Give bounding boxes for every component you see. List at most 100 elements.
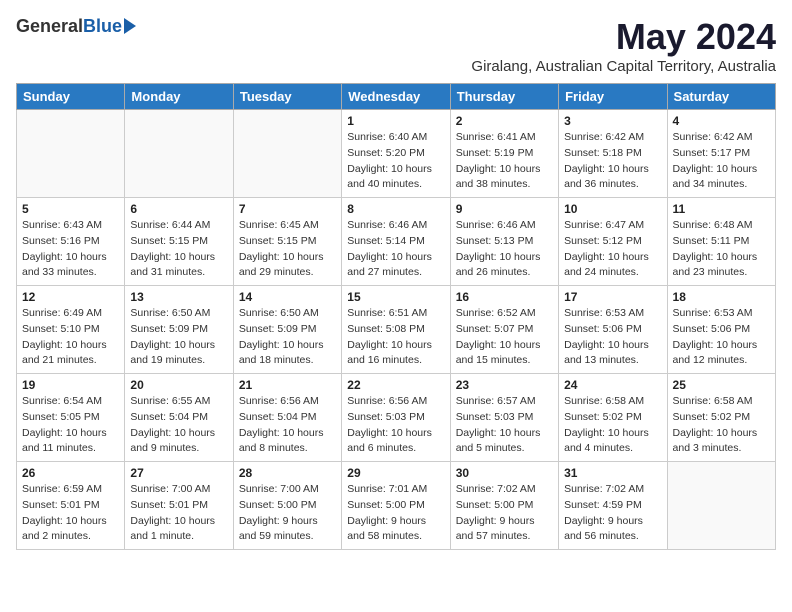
- day-number: 13: [130, 290, 227, 304]
- calendar-cell: 27Sunrise: 7:00 AM Sunset: 5:01 PM Dayli…: [125, 462, 233, 550]
- calendar-cell: 29 Sunrise: 7:01 AM Sunset: 5:00 PM Dayli…: [342, 462, 450, 550]
- calendar-cell: 11 Sunrise: 6:48 AM Sunset: 5:11 PM Dayli…: [667, 198, 775, 286]
- day-number: 15: [347, 290, 444, 304]
- calendar-cell: [125, 110, 233, 198]
- calendar-cell: 5 Sunrise: 6:43 AM Sunset: 5:16 PM Daylig…: [17, 198, 125, 286]
- week-row-4: 19Sunrise: 6:54 AM Sunset: 5:05 PM Dayli…: [17, 374, 776, 462]
- logo-blue-text: Blue: [83, 16, 122, 37]
- month-title: May 2024: [471, 16, 776, 58]
- day-info: Sunrise: 6:50 AM Sunset: 5:09 PM Dayligh…: [239, 306, 336, 369]
- week-row-1: 1 Sunrise: 6:40 AM Sunset: 5:20 PM Daylig…: [17, 110, 776, 198]
- calendar-cell: [17, 110, 125, 198]
- calendar-cell: 8 Sunrise: 6:46 AM Sunset: 5:14 PM Daylig…: [342, 198, 450, 286]
- calendar-cell: 26 Sunrise: 6:59 AM Sunset: 5:01 PM Dayli…: [17, 462, 125, 550]
- day-number: 27: [130, 466, 227, 480]
- day-info: Sunrise: 6:53 AM Sunset: 5:06 PM Dayligh…: [673, 306, 770, 369]
- day-number: 8: [347, 202, 444, 216]
- calendar-cell: 20Sunrise: 6:55 AM Sunset: 5:04 PM Dayli…: [125, 374, 233, 462]
- calendar-cell: 14 Sunrise: 6:50 AM Sunset: 5:09 PM Dayli…: [233, 286, 341, 374]
- day-info: Sunrise: 6:41 AM Sunset: 5:19 PM Dayligh…: [456, 130, 553, 193]
- calendar-cell: 22Sunrise: 6:56 AM Sunset: 5:03 PM Dayli…: [342, 374, 450, 462]
- calendar-cell: 25 Sunrise: 6:58 AM Sunset: 5:02 PM Dayli…: [667, 374, 775, 462]
- day-info: Sunrise: 6:52 AM Sunset: 5:07 PM Dayligh…: [456, 306, 553, 369]
- day-info: Sunrise: 6:50 AM Sunset: 5:09 PM Dayligh…: [130, 306, 227, 369]
- day-number: 28: [239, 466, 336, 480]
- day-info: Sunrise: 6:58 AM Sunset: 5:02 PM Dayligh…: [673, 394, 770, 457]
- day-info: Sunrise: 6:49 AM Sunset: 5:10 PM Dayligh…: [22, 306, 119, 369]
- day-info: Sunrise: 6:40 AM Sunset: 5:20 PM Dayligh…: [347, 130, 444, 193]
- calendar-cell: 23Sunrise: 6:57 AM Sunset: 5:03 PM Dayli…: [450, 374, 558, 462]
- calendar-cell: 1 Sunrise: 6:40 AM Sunset: 5:20 PM Daylig…: [342, 110, 450, 198]
- day-info: Sunrise: 6:46 AM Sunset: 5:14 PM Dayligh…: [347, 218, 444, 281]
- day-info: Sunrise: 6:44 AM Sunset: 5:15 PM Dayligh…: [130, 218, 227, 281]
- page-header: General Blue May 2024 Giralang, Australi…: [16, 16, 776, 75]
- calendar-cell: 24Sunrise: 6:58 AM Sunset: 5:02 PM Dayli…: [559, 374, 667, 462]
- calendar-cell: 3 Sunrise: 6:42 AM Sunset: 5:18 PM Daylig…: [559, 110, 667, 198]
- day-info: Sunrise: 6:42 AM Sunset: 5:17 PM Dayligh…: [673, 130, 770, 193]
- calendar-cell: 21Sunrise: 6:56 AM Sunset: 5:04 PM Dayli…: [233, 374, 341, 462]
- calendar-cell: 6 Sunrise: 6:44 AM Sunset: 5:15 PM Daylig…: [125, 198, 233, 286]
- day-number: 3: [564, 114, 661, 128]
- day-info: Sunrise: 6:42 AM Sunset: 5:18 PM Dayligh…: [564, 130, 661, 193]
- day-number: 16: [456, 290, 553, 304]
- logo-general-text: General: [16, 16, 83, 37]
- day-info: Sunrise: 7:02 AM Sunset: 4:59 PM Dayligh…: [564, 482, 661, 545]
- day-number: 30: [456, 466, 553, 480]
- days-header-row: SundayMondayTuesdayWednesdayThursdayFrid…: [17, 84, 776, 110]
- day-info: Sunrise: 6:53 AM Sunset: 5:06 PM Dayligh…: [564, 306, 661, 369]
- day-number: 21: [239, 378, 336, 392]
- logo-arrow-icon: [124, 18, 136, 34]
- calendar-cell: 16 Sunrise: 6:52 AM Sunset: 5:07 PM Dayli…: [450, 286, 558, 374]
- calendar-cell: 30 Sunrise: 7:02 AM Sunset: 5:00 PM Dayli…: [450, 462, 558, 550]
- day-number: 26: [22, 466, 119, 480]
- day-header-wednesday: Wednesday: [342, 84, 450, 110]
- day-number: 12: [22, 290, 119, 304]
- day-info: Sunrise: 6:45 AM Sunset: 5:15 PM Dayligh…: [239, 218, 336, 281]
- day-number: 6: [130, 202, 227, 216]
- day-header-sunday: Sunday: [17, 84, 125, 110]
- day-header-tuesday: Tuesday: [233, 84, 341, 110]
- calendar-cell: 9 Sunrise: 6:46 AM Sunset: 5:13 PM Daylig…: [450, 198, 558, 286]
- day-number: 20: [130, 378, 227, 392]
- day-info: Sunrise: 6:51 AM Sunset: 5:08 PM Dayligh…: [347, 306, 444, 369]
- day-header-monday: Monday: [125, 84, 233, 110]
- day-info: Sunrise: 7:02 AM Sunset: 5:00 PM Dayligh…: [456, 482, 553, 545]
- day-number: 2: [456, 114, 553, 128]
- day-info: Sunrise: 7:01 AM Sunset: 5:00 PM Dayligh…: [347, 482, 444, 545]
- logo: General Blue: [16, 16, 136, 37]
- location-subtitle: Giralang, Australian Capital Territory, …: [471, 58, 776, 75]
- day-info: Sunrise: 6:57 AM Sunset: 5:03 PM Dayligh…: [456, 394, 553, 457]
- day-info: Sunrise: 6:48 AM Sunset: 5:11 PM Dayligh…: [673, 218, 770, 281]
- calendar-cell: 18 Sunrise: 6:53 AM Sunset: 5:06 PM Dayli…: [667, 286, 775, 374]
- day-number: 18: [673, 290, 770, 304]
- day-number: 14: [239, 290, 336, 304]
- day-number: 19: [22, 378, 119, 392]
- calendar-cell: [233, 110, 341, 198]
- day-info: Sunrise: 6:59 AM Sunset: 5:01 PM Dayligh…: [22, 482, 119, 545]
- calendar-cell: 15 Sunrise: 6:51 AM Sunset: 5:08 PM Dayli…: [342, 286, 450, 374]
- calendar-cell: 2 Sunrise: 6:41 AM Sunset: 5:19 PM Daylig…: [450, 110, 558, 198]
- day-number: 25: [673, 378, 770, 392]
- day-number: 9: [456, 202, 553, 216]
- calendar-cell: 13 Sunrise: 6:50 AM Sunset: 5:09 PM Dayli…: [125, 286, 233, 374]
- day-number: 17: [564, 290, 661, 304]
- day-info: Sunrise: 6:43 AM Sunset: 5:16 PM Dayligh…: [22, 218, 119, 281]
- day-info: Sunrise: 6:56 AM Sunset: 5:03 PM Dayligh…: [347, 394, 444, 457]
- day-info: Sunrise: 6:46 AM Sunset: 5:13 PM Dayligh…: [456, 218, 553, 281]
- day-header-saturday: Saturday: [667, 84, 775, 110]
- day-number: 10: [564, 202, 661, 216]
- calendar-cell: 12 Sunrise: 6:49 AM Sunset: 5:10 PM Dayli…: [17, 286, 125, 374]
- day-number: 1: [347, 114, 444, 128]
- day-number: 11: [673, 202, 770, 216]
- day-header-thursday: Thursday: [450, 84, 558, 110]
- calendar-cell: [667, 462, 775, 550]
- day-info: Sunrise: 6:58 AM Sunset: 5:02 PM Dayligh…: [564, 394, 661, 457]
- day-header-friday: Friday: [559, 84, 667, 110]
- day-number: 5: [22, 202, 119, 216]
- calendar-cell: 19Sunrise: 6:54 AM Sunset: 5:05 PM Dayli…: [17, 374, 125, 462]
- calendar-cell: 31Sunrise: 7:02 AM Sunset: 4:59 PM Dayli…: [559, 462, 667, 550]
- day-number: 29: [347, 466, 444, 480]
- calendar-cell: 7Sunrise: 6:45 AM Sunset: 5:15 PM Daylig…: [233, 198, 341, 286]
- day-info: Sunrise: 7:00 AM Sunset: 5:00 PM Dayligh…: [239, 482, 336, 545]
- week-row-5: 26 Sunrise: 6:59 AM Sunset: 5:01 PM Dayli…: [17, 462, 776, 550]
